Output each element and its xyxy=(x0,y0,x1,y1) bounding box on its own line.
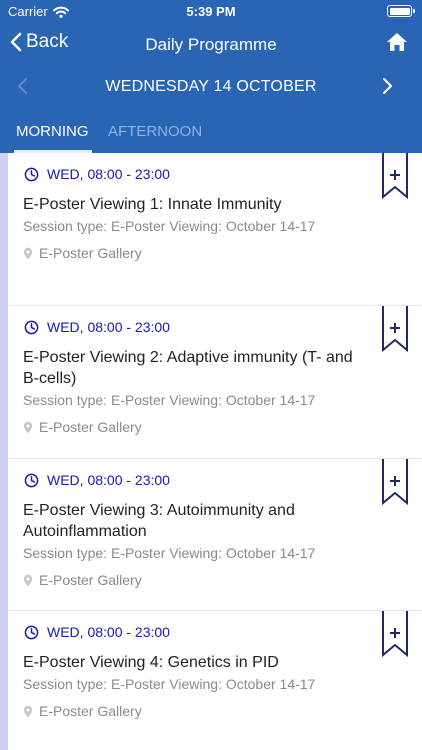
period-tabs: MORNING AFTERNOON xyxy=(0,118,422,153)
page-title: Daily Programme xyxy=(145,35,277,54)
session-type: Session type: E-Poster Viewing: October … xyxy=(23,218,316,234)
add-bookmark-icon[interactable] xyxy=(382,306,408,352)
session-card[interactable]: WED, 08:00 - 23:00 E-Poster Viewing 3: A… xyxy=(8,459,422,611)
clock-icon xyxy=(24,473,39,487)
session-title: E-Poster Viewing 2: Adaptive immunity (T… xyxy=(23,349,353,387)
add-bookmark-icon[interactable] xyxy=(382,459,408,505)
session-title: E-Poster Viewing 1: Innate Immunity xyxy=(23,196,282,213)
chevron-right-icon xyxy=(383,78,392,94)
session-card[interactable]: WED, 08:00 - 23:00 E-Poster Viewing 4: G… xyxy=(8,611,422,750)
session-time: WED, 08:00 - 23:00 xyxy=(24,319,170,335)
location-pin-icon xyxy=(23,247,33,259)
home-button[interactable] xyxy=(386,32,408,57)
session-card[interactable]: WED, 08:00 - 23:00 E-Poster Viewing 2: A… xyxy=(8,306,422,459)
session-title: E-Poster Viewing 3: Autoimmunity and Aut… xyxy=(23,502,295,540)
session-type: Session type: E-Poster Viewing: October … xyxy=(23,545,316,561)
add-bookmark-icon[interactable] xyxy=(382,611,408,657)
session-type: Session type: E-Poster Viewing: October … xyxy=(23,676,316,692)
session-location: E-Poster Gallery xyxy=(23,245,142,261)
location-pin-icon xyxy=(23,574,33,586)
accent-bar xyxy=(0,153,8,750)
add-bookmark-icon[interactable] xyxy=(382,153,408,199)
app-header: Carrier 5:39 PM Back Daily Programme WED… xyxy=(0,0,422,153)
clock-icon xyxy=(24,320,39,334)
session-location: E-Poster Gallery xyxy=(23,703,142,719)
session-location-text: E-Poster Gallery xyxy=(39,245,142,261)
session-time-text: WED, 08:00 - 23:00 xyxy=(47,624,170,640)
session-time-text: WED, 08:00 - 23:00 xyxy=(47,166,170,182)
session-location-text: E-Poster Gallery xyxy=(39,572,142,588)
session-location: E-Poster Gallery xyxy=(23,419,142,435)
session-location-text: E-Poster Gallery xyxy=(39,419,142,435)
session-time-text: WED, 08:00 - 23:00 xyxy=(47,319,170,335)
clock-icon xyxy=(24,625,39,639)
session-time: WED, 08:00 - 23:00 xyxy=(24,624,170,640)
location-pin-icon xyxy=(23,421,33,433)
navigation-bar: Back Daily Programme xyxy=(0,24,422,66)
status-time: 5:39 PM xyxy=(186,4,236,19)
tab-afternoon[interactable]: AFTERNOON xyxy=(108,123,202,140)
tab-morning[interactable]: MORNING xyxy=(16,123,89,140)
session-time: WED, 08:00 - 23:00 xyxy=(24,166,170,182)
session-card[interactable]: WED, 08:00 - 23:00 E-Poster Viewing 1: I… xyxy=(8,153,422,306)
session-time: WED, 08:00 - 23:00 xyxy=(24,472,170,488)
session-list: WED, 08:00 - 23:00 E-Poster Viewing 1: I… xyxy=(0,153,422,750)
session-location-text: E-Poster Gallery xyxy=(39,703,142,719)
session-title: E-Poster Viewing 4: Genetics in PID xyxy=(23,654,279,671)
session-time-text: WED, 08:00 - 23:00 xyxy=(47,472,170,488)
home-icon xyxy=(387,33,407,51)
battery-icon xyxy=(387,5,415,17)
clock-icon xyxy=(24,167,39,181)
session-location: E-Poster Gallery xyxy=(23,572,142,588)
location-pin-icon xyxy=(23,705,33,717)
next-day-button[interactable] xyxy=(382,76,394,101)
status-bar: Carrier 5:39 PM xyxy=(0,0,422,24)
session-type: Session type: E-Poster Viewing: October … xyxy=(23,392,316,408)
current-date: WEDNESDAY 14 OCTOBER xyxy=(105,78,317,95)
date-navigator: WEDNESDAY 14 OCTOBER xyxy=(0,70,422,104)
